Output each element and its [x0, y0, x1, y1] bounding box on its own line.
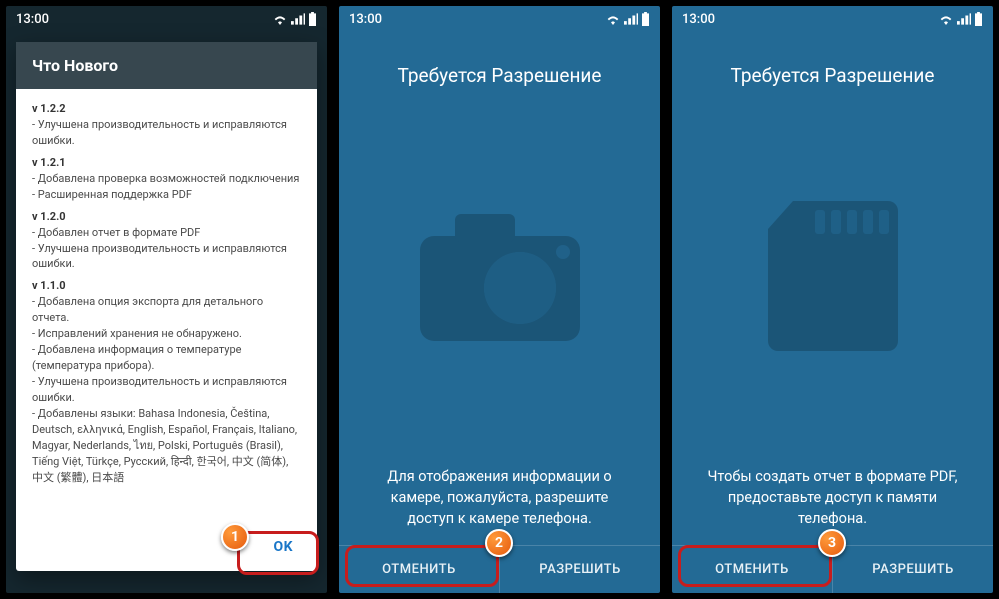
allow-button[interactable]: РАЗРЕШИТЬ — [832, 546, 993, 593]
dialog-title: Что Нового — [16, 42, 317, 89]
signal-icon — [957, 13, 971, 25]
permission-title: Требуется Разрешение — [672, 64, 993, 87]
ok-button[interactable]: OK — [255, 531, 311, 563]
status-bar: 13:00 — [672, 6, 993, 32]
dialog-footer: OK — [16, 525, 317, 571]
status-icons — [272, 12, 317, 26]
permission-screen: 13:00 Требуется Разрешение Чтобы — [672, 6, 993, 593]
changelog-item: - Улучшена производительность и исправля… — [32, 374, 301, 406]
annotation-marker-2: 2 — [485, 529, 513, 557]
changelog-item: - Улучшена производительность и исправля… — [32, 241, 301, 273]
status-icons — [938, 12, 983, 26]
status-time: 13:00 — [682, 12, 715, 27]
phone-frame-2: 13:00 Требуется Разрешение Для отображен… — [333, 0, 666, 599]
battery-icon — [308, 12, 317, 26]
wifi-icon — [605, 13, 621, 25]
permission-screen: 13:00 Требуется Разрешение Для отображен… — [339, 6, 660, 593]
changelog-item: - Добавлена проверка возможностей подклю… — [32, 171, 301, 187]
changelog-item: - Исправлений хранения не обнаружено. — [32, 326, 301, 342]
changelog-item: - Добавлена информация о температуре (те… — [32, 342, 301, 374]
status-time: 13:00 — [349, 12, 382, 27]
whats-new-dialog: Что Нового v 1.2.2 - Улучшена производит… — [16, 42, 317, 571]
annotation-marker-1: 1 — [221, 523, 249, 551]
battery-icon — [974, 12, 983, 26]
status-bar: 13:00 — [6, 6, 327, 32]
signal-icon — [624, 13, 638, 25]
camera-icon — [339, 87, 660, 466]
version-heading: v 1.1.0 — [32, 278, 301, 294]
phone-frame-1: 13:00 Что Нового v 1.2.2 - Улучшена прои… — [0, 0, 333, 599]
changelog-item: - Улучшена производительность и исправля… — [32, 117, 301, 149]
changelog-item: - Добавлен отчет в формате PDF — [32, 225, 301, 241]
version-heading: v 1.2.0 — [32, 209, 301, 225]
changelog-item: - Расширенная поддержка PDF — [32, 187, 301, 203]
status-time: 13:00 — [16, 12, 49, 27]
status-bar: 13:00 — [339, 6, 660, 32]
allow-button[interactable]: РАЗРЕШИТЬ — [499, 546, 660, 593]
dialog-body: v 1.2.2 - Улучшена производительность и … — [16, 89, 317, 525]
cancel-button[interactable]: ОТМЕНИТЬ — [339, 546, 499, 593]
battery-icon — [641, 12, 650, 26]
sdcard-icon — [672, 87, 993, 466]
status-icons — [605, 12, 650, 26]
cancel-button[interactable]: ОТМЕНИТЬ — [672, 546, 832, 593]
phone-frame-3: 13:00 Требуется Разрешение Чтобы — [666, 0, 999, 599]
permission-title: Требуется Разрешение — [339, 64, 660, 87]
wifi-icon — [938, 13, 954, 25]
wifi-icon — [272, 13, 288, 25]
signal-icon — [291, 13, 305, 25]
version-heading: v 1.2.1 — [32, 155, 301, 171]
changelog-item: - Добавлена опция экспорта для детальног… — [32, 294, 301, 326]
annotation-marker-3: 3 — [818, 529, 846, 557]
changelog-item: - Добавлены языки: Bahasa Indonesia, Češ… — [32, 406, 301, 486]
version-heading: v 1.2.2 — [32, 101, 301, 117]
